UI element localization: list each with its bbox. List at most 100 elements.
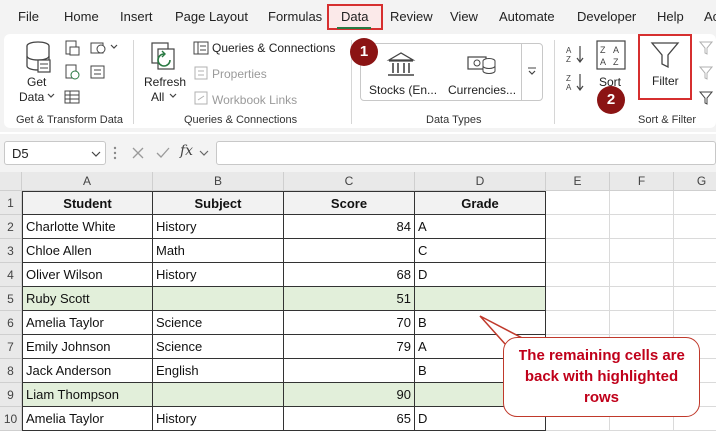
tab-help[interactable]: Help [657, 9, 684, 24]
tab-insert[interactable]: Insert [120, 9, 153, 24]
cell-score[interactable]: 90 [284, 383, 415, 407]
table-header-score[interactable]: Score [284, 191, 415, 215]
tab-formulas[interactable]: Formulas [268, 9, 322, 24]
chevron-down-icon[interactable] [199, 150, 209, 156]
cell-subject[interactable] [153, 383, 284, 407]
cell-score[interactable]: 65 [284, 407, 415, 431]
cell-student[interactable]: Liam Thompson [22, 383, 153, 407]
cell-subject[interactable]: Math [153, 239, 284, 263]
get-data-label-2[interactable]: Data [19, 90, 44, 104]
cell-grade[interactable]: D [415, 263, 546, 287]
formula-input[interactable] [216, 141, 716, 165]
column-header-e[interactable]: E [546, 172, 610, 191]
empty-cell[interactable] [546, 287, 610, 311]
chevron-down-icon[interactable] [110, 44, 118, 50]
empty-cell[interactable] [674, 191, 716, 215]
cell-student[interactable]: Chloe Allen [22, 239, 153, 263]
empty-cell[interactable] [674, 263, 716, 287]
empty-cell[interactable] [610, 311, 674, 335]
column-header-c[interactable]: C [284, 172, 415, 191]
cell-student[interactable]: Jack Anderson [22, 359, 153, 383]
recent-sources-icon[interactable] [90, 40, 106, 56]
row-header-2[interactable]: 2 [0, 215, 22, 239]
cell-subject[interactable]: English [153, 359, 284, 383]
cell-subject[interactable]: History [153, 263, 284, 287]
cell-subject[interactable] [153, 287, 284, 311]
enter-check-icon[interactable] [155, 146, 171, 160]
empty-cell[interactable] [674, 311, 716, 335]
cell-subject[interactable]: History [153, 407, 284, 431]
chevron-down-icon[interactable] [169, 93, 177, 99]
empty-cell[interactable] [674, 215, 716, 239]
column-header-f[interactable]: F [610, 172, 674, 191]
row-header-10[interactable]: 10 [0, 407, 22, 431]
empty-cell[interactable] [674, 239, 716, 263]
refresh-all-icon[interactable] [148, 40, 182, 74]
tab-home[interactable]: Home [64, 9, 99, 24]
insert-function-button[interactable]: fx [180, 143, 193, 159]
tab-developer[interactable]: Developer [577, 9, 636, 24]
tab-acrobat[interactable]: Ac [704, 9, 716, 24]
cell-score[interactable]: 70 [284, 311, 415, 335]
empty-cell[interactable] [546, 263, 610, 287]
cell-score[interactable]: 84 [284, 215, 415, 239]
row-header-6[interactable]: 6 [0, 311, 22, 335]
chevron-down-icon[interactable] [91, 151, 101, 157]
cell-student[interactable]: Oliver Wilson [22, 263, 153, 287]
column-header-d[interactable]: D [415, 172, 546, 191]
cell-student[interactable]: Emily Johnson [22, 335, 153, 359]
empty-cell[interactable] [610, 239, 674, 263]
column-header-a[interactable]: A [22, 172, 153, 191]
tab-automate[interactable]: Automate [499, 9, 555, 24]
get-data-label[interactable]: Get [27, 75, 46, 89]
empty-cell[interactable] [546, 215, 610, 239]
queries-connections-button[interactable]: Queries & Connections [212, 41, 335, 55]
tab-page-layout[interactable]: Page Layout [175, 9, 248, 24]
empty-cell[interactable] [610, 191, 674, 215]
table-header-student[interactable]: Student [22, 191, 153, 215]
database-icon[interactable] [24, 40, 52, 74]
from-text-icon[interactable] [64, 40, 80, 56]
empty-cell[interactable] [546, 191, 610, 215]
cell-student[interactable]: Charlotte White [22, 215, 153, 239]
cell-score[interactable] [284, 359, 415, 383]
more-icon[interactable] [527, 66, 537, 76]
row-header-4[interactable]: 4 [0, 263, 22, 287]
row-header-1[interactable]: 1 [0, 191, 22, 215]
refresh-all-label[interactable]: Refresh [144, 75, 186, 89]
cancel-icon[interactable] [131, 146, 145, 160]
row-header-7[interactable]: 7 [0, 335, 22, 359]
tab-review[interactable]: Review [390, 9, 433, 24]
advanced-filter-icon[interactable] [698, 90, 714, 106]
refresh-all-label-2[interactable]: All [151, 90, 164, 104]
tab-view[interactable]: View [450, 9, 478, 24]
column-header-g[interactable]: G [674, 172, 716, 191]
empty-cell[interactable] [674, 287, 716, 311]
sort-icon[interactable]: Z A A Z [596, 40, 626, 70]
cell-student[interactable]: Amelia Taylor [22, 311, 153, 335]
drag-handle-icon[interactable] [113, 146, 117, 160]
filter-funnel-icon[interactable] [649, 40, 681, 70]
tab-data[interactable]: Data [341, 9, 368, 24]
empty-cell[interactable] [546, 311, 610, 335]
stocks-button[interactable]: Stocks (En... [369, 83, 437, 97]
cell-subject[interactable]: History [153, 215, 284, 239]
empty-cell[interactable] [610, 263, 674, 287]
empty-cell[interactable] [546, 239, 610, 263]
table-header-grade[interactable]: Grade [415, 191, 546, 215]
column-header-b[interactable]: B [153, 172, 284, 191]
select-all-corner[interactable] [0, 172, 22, 191]
tab-file[interactable]: File [18, 9, 39, 24]
cell-score[interactable]: 68 [284, 263, 415, 287]
empty-cell[interactable] [610, 287, 674, 311]
sort-z-to-a-icon[interactable]: Z A [566, 72, 586, 92]
currencies-icon[interactable] [466, 51, 498, 79]
cell-student[interactable]: Ruby Scott [22, 287, 153, 311]
cell-score[interactable]: 79 [284, 335, 415, 359]
currencies-button[interactable]: Currencies... [448, 83, 516, 97]
cell-grade[interactable]: A [415, 215, 546, 239]
row-header-9[interactable]: 9 [0, 383, 22, 407]
cell-score[interactable] [284, 239, 415, 263]
existing-connections-icon[interactable] [90, 64, 106, 80]
filter-button[interactable]: Filter [652, 74, 679, 88]
